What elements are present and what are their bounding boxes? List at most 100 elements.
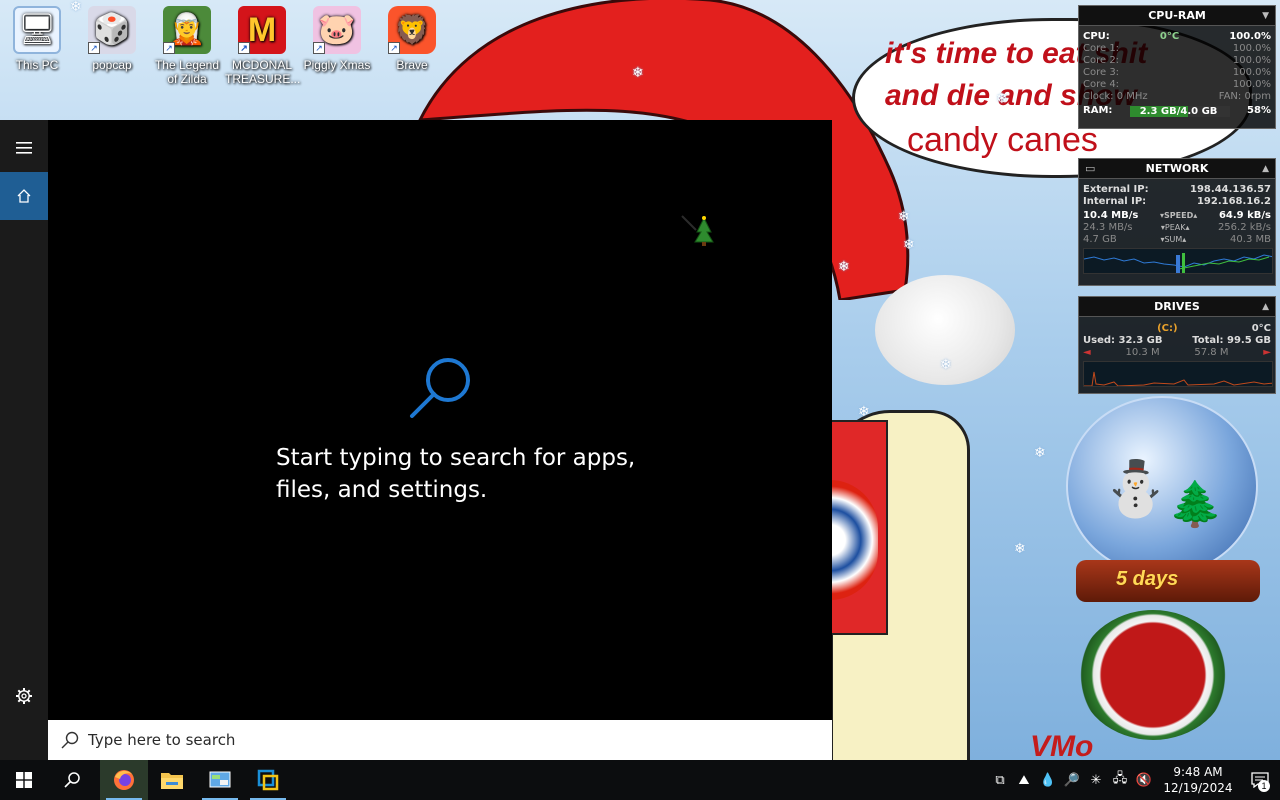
core-value: 100.0% (1232, 67, 1271, 78)
home-icon (17, 189, 31, 203)
snowflake-icon: ❄ (632, 64, 644, 80)
drive-write: 57.8 M (1194, 347, 1229, 358)
search-icon (64, 772, 80, 788)
desktop-icon-legend-of-zilda[interactable]: 🧝 ↗ The Legend of Zilda (150, 4, 224, 86)
desktop-icon-label: This PC (15, 58, 59, 72)
snowflake-icon: ❄ (898, 208, 910, 224)
desktop-icon-brave[interactable]: 🦁 ↗ Brave (375, 4, 449, 72)
sum-down: 4.7 GB (1083, 234, 1117, 245)
external-ip-row: External IP: 198.44.136.57 (1079, 184, 1275, 196)
core-row: Core 3: 100.0% (1079, 67, 1275, 79)
core-label: Core 2: (1083, 55, 1120, 66)
widget-title: CPU-RAM (1148, 9, 1206, 22)
desktop-icon-label: Brave (396, 58, 428, 72)
core-value: 100.0% (1232, 43, 1271, 54)
write-arrow-icon: ► (1263, 347, 1271, 358)
taskbar-search-button[interactable] (48, 760, 96, 800)
computer-icon: 🖥 (13, 6, 61, 54)
tray-snowflake-icon[interactable]: ✳ (1084, 760, 1108, 800)
core-row: Core 2: 100.0% (1079, 55, 1275, 67)
widget-title: DRIVES (1154, 300, 1200, 313)
piggly-icon: 🐷 ↗ (313, 6, 361, 54)
peak-up: 256.2 kB/s (1217, 222, 1271, 233)
clock-time: 9:48 AM (1173, 765, 1223, 779)
tray-widget-icon[interactable]: ⛰ (1012, 760, 1036, 800)
snowflake-icon: ❄ (1034, 444, 1046, 460)
hamburger-menu-button[interactable] (0, 124, 48, 172)
peak-label: PEAK (1164, 223, 1186, 232)
firefox-icon (114, 770, 134, 790)
desktop-icon-mcdonal-treasure[interactable]: M ↗ MCDONAL TREASURE... (225, 4, 300, 86)
mouse-cursor-tree-icon (680, 214, 716, 255)
tray-search-tool-icon[interactable]: 🔎 (1060, 760, 1084, 800)
wreath-clock (1078, 610, 1228, 740)
ram-label: RAM: (1083, 105, 1113, 116)
shortcut-arrow-icon: ↗ (313, 42, 325, 54)
speed-row: 10.4 MB/s ▾SPEED▴ 64.9 kB/s (1083, 210, 1271, 221)
peak-down: 24.3 MB/s (1083, 222, 1133, 233)
internal-ip-row: Internal IP: 192.168.16.2 (1079, 196, 1275, 208)
popcap-icon: 🎲 ↗ (88, 6, 136, 54)
tray-task-view-icon[interactable]: ⧉ (988, 760, 1012, 800)
search-input[interactable] (88, 731, 768, 749)
drive-letter: (C:) (1157, 323, 1178, 334)
taskbar: ⧉ ⛰ 💧 🔎 ✳ 🖧 🔇 9:48 AM 12/19/2024 1 (0, 760, 1280, 800)
speed-down: 10.4 MB/s (1083, 210, 1139, 221)
search-box[interactable] (48, 720, 832, 760)
network-widget[interactable]: ▭ NETWORK ▲ External IP: 198.44.136.57 Inte… (1078, 158, 1276, 286)
action-center-button[interactable]: 1 (1240, 760, 1280, 800)
network-graph (1083, 248, 1275, 274)
taskbar-app-virtualbox[interactable] (244, 760, 292, 800)
shortcut-arrow-icon: ↗ (388, 42, 400, 54)
zilda-game-icon: 🧝 ↗ (163, 6, 211, 54)
snowflake-icon: ❄ (858, 403, 870, 419)
home-button[interactable] (0, 172, 48, 220)
sum-label: SUM (1164, 235, 1183, 244)
drive-read: 10.3 M (1125, 347, 1160, 358)
snowflake-icon: ❄ (940, 356, 952, 372)
desktop-icon-label: The Legend of Zilda (154, 58, 220, 86)
collapse-arrow-icon[interactable]: ▼ (1262, 6, 1269, 26)
mcdonalds-icon: M ↗ (238, 6, 286, 54)
desktop-icon-popcap[interactable]: 🎲 ↗ popcap (75, 4, 149, 72)
drives-widget[interactable]: DRIVES ▲ (C:) 0°C Used: 32.3 GB Total: 99.5… (1078, 296, 1276, 394)
drive-usage-row: Used: 32.3 GB Total: 99.5 GB (1079, 335, 1275, 347)
brave-icon: 🦁 ↗ (388, 6, 436, 54)
speed-up: 64.9 kB/s (1218, 210, 1271, 221)
drive-io-row: ◄ 10.3 M 57.8 M ► (1079, 347, 1275, 359)
snowflake-icon: ❄ (996, 90, 1008, 106)
drive-graph (1083, 361, 1275, 387)
system-tray: ⧉ ⛰ 💧 🔎 ✳ 🖧 🔇 9:48 AM 12/19/2024 1 (988, 760, 1280, 800)
ram-value: 2.3 GB/4.0 GB (1139, 106, 1218, 117)
read-arrow-icon: ◄ (1083, 347, 1091, 358)
taskbar-app-firefox[interactable] (100, 760, 148, 800)
tree-icon: 🌲 (1168, 480, 1223, 529)
tray-network-icon[interactable]: 🖧 (1108, 760, 1132, 800)
taskbar-clock[interactable]: 9:48 AM 12/19/2024 (1156, 764, 1240, 796)
snow-globe: ⛄ 🌲 (1066, 396, 1258, 576)
tray-volume-muted-icon[interactable]: 🔇 (1132, 760, 1156, 800)
fan-speed: FAN: 0rpm (1218, 91, 1271, 102)
monitor-icon: ▭ (1085, 162, 1096, 175)
tray-droplet-icon[interactable]: 💧 (1036, 760, 1060, 800)
shortcut-arrow-icon: ↗ (163, 42, 175, 54)
settings-button[interactable] (0, 672, 48, 720)
countdown-base: 5 days (1076, 560, 1260, 602)
cpu-ram-widget[interactable]: CPU-RAM ▼ CPU: 0°C 100.0% Core 1: 100.0% C… (1078, 5, 1276, 129)
core-value: 100.0% (1232, 79, 1271, 90)
search-content: Start typing to search for apps, files, … (48, 120, 832, 720)
external-ip-value: 198.44.136.57 (1190, 184, 1271, 195)
collapse-arrow-icon[interactable]: ▲ (1262, 297, 1269, 317)
desktop-icon-piggly-xmas[interactable]: 🐷 ↗ Piggly Xmas (300, 4, 374, 72)
core-label: Core 4: (1083, 79, 1120, 90)
collapse-arrow-icon[interactable]: ▲ (1262, 159, 1269, 179)
search-icon (61, 731, 79, 749)
drive-used: Used: 32.3 GB (1083, 335, 1163, 346)
widget-title: NETWORK (1145, 162, 1209, 175)
taskbar-app-file-explorer[interactable] (148, 760, 196, 800)
start-button[interactable] (0, 760, 48, 800)
desktop-icon-this-pc[interactable]: 🖥 This PC (0, 4, 74, 72)
snowflake-icon: ❄ (903, 236, 915, 252)
taskbar-app-control-panel[interactable] (196, 760, 244, 800)
clock-date: 12/19/2024 (1163, 781, 1233, 795)
